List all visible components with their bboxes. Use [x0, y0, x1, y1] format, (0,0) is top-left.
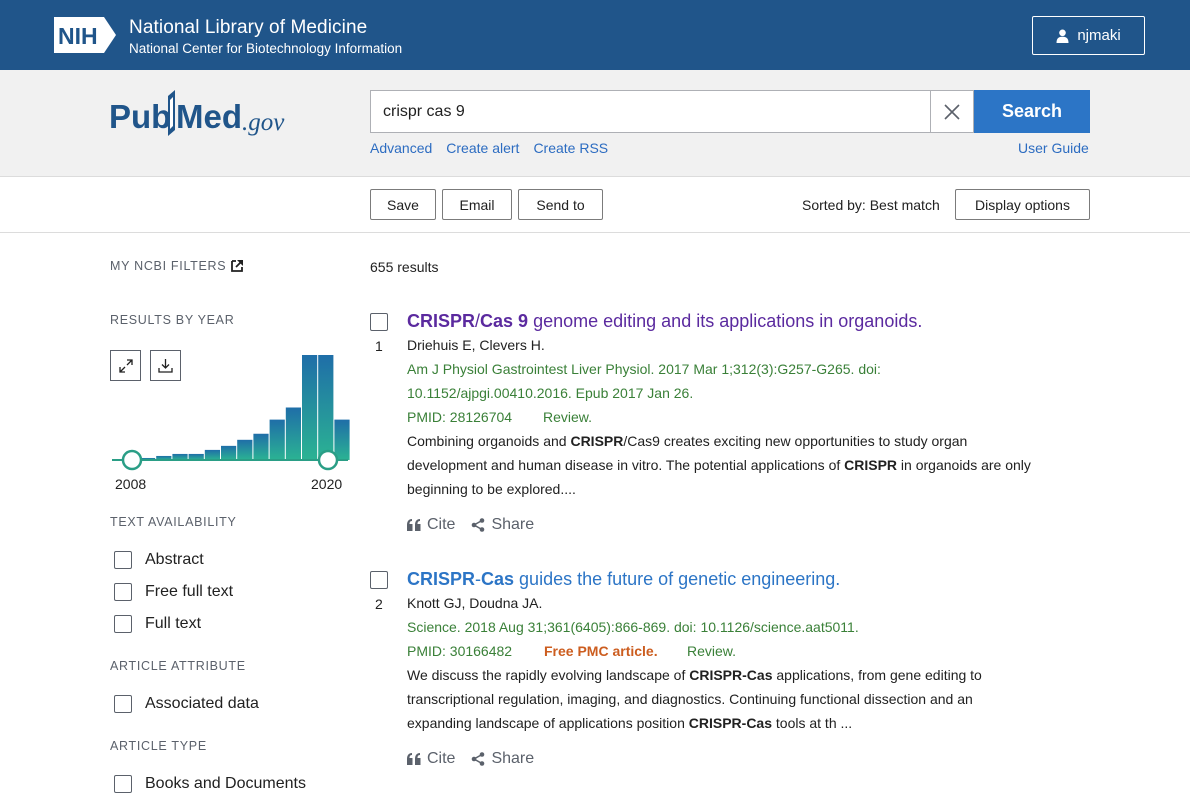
user-name: njmaki [1077, 27, 1121, 44]
result-citation: Am J Physiol Gastrointest Liver Physiol.… [407, 361, 881, 377]
year-bar[interactable] [269, 419, 285, 460]
create-rss-link[interactable]: Create RSS [533, 140, 608, 156]
my-ncbi-filters-heading[interactable]: MY NCBI FILTERS [110, 259, 226, 273]
search-links: Advanced Create alert Create RSS [370, 140, 622, 156]
result-authors: Knott GJ, Doudna JA. [407, 595, 543, 611]
result-number: 2 [375, 596, 383, 612]
filter-label: Abstract [145, 551, 204, 568]
share-button[interactable]: Share [471, 516, 534, 534]
filter-label: Books and Documents [145, 775, 306, 792]
svg-text:Med: Med [176, 98, 242, 135]
article-type-heading: ARTICLE TYPE [110, 739, 207, 753]
svg-text:.gov: .gov [242, 109, 285, 136]
search-button[interactable]: Search [974, 90, 1090, 133]
share-icon [472, 752, 485, 766]
free-full-text-checkbox[interactable] [114, 583, 132, 601]
user-icon [1056, 29, 1069, 43]
result-actions: Cite Share [407, 516, 534, 534]
result-snippet: Combining organoids and CRISPR/Cas9 crea… [407, 433, 968, 449]
result-number: 1 [375, 338, 383, 354]
results-by-year-chart[interactable] [110, 345, 350, 495]
email-button[interactable]: Email [442, 189, 512, 220]
result-snippet: expanding landscape of applications posi… [407, 715, 853, 731]
create-alert-link[interactable]: Create alert [446, 140, 519, 156]
year-bar[interactable] [237, 439, 253, 460]
year-bar[interactable] [285, 407, 301, 461]
year-bar[interactable] [302, 355, 318, 460]
year-range-start-handle[interactable] [121, 449, 143, 471]
result-pmid: PMID: 28126704 [407, 409, 513, 425]
user-account-button[interactable]: njmaki [1032, 16, 1145, 55]
result-actions: Cite Share [407, 750, 534, 768]
year-bar[interactable] [204, 449, 220, 460]
results-by-year-heading: RESULTS BY YEAR [110, 313, 235, 327]
filter-full-text[interactable]: Full text [114, 615, 201, 633]
close-icon [944, 103, 960, 120]
share-button[interactable]: Share [471, 750, 534, 768]
free-pmc-badge: Free PMC article. [544, 643, 658, 659]
quote-icon [407, 753, 421, 765]
quote-icon [407, 519, 421, 531]
save-button[interactable]: Save [370, 189, 436, 220]
filter-abstract[interactable]: Abstract [114, 551, 204, 569]
article-attribute-heading: ARTICLE ATTRIBUTE [110, 659, 246, 673]
year-bar[interactable] [318, 355, 334, 460]
filter-label: Full text [145, 615, 202, 632]
search-input[interactable]: crispr cas 9 [370, 90, 931, 133]
year-range-end-handle[interactable] [317, 449, 339, 471]
result-pmid: PMID: 30166482 [407, 643, 513, 659]
result-2-title-link[interactable]: CRISPR-Cas guides the future of genetic … [407, 569, 840, 590]
full-text-checkbox[interactable] [114, 615, 132, 633]
search-query: crispr cas 9 [383, 102, 465, 120]
year-bar[interactable] [334, 419, 350, 460]
svg-text:Pub: Pub [109, 98, 171, 135]
filter-associated-data[interactable]: Associated data [114, 695, 259, 713]
result-snippet: transcriptional regulation, imaging, and… [407, 691, 973, 707]
year-bar[interactable] [221, 445, 237, 460]
result-authors: Driehuis E, Clevers H. [407, 337, 545, 353]
text-availability-heading: TEXT AVAILABILITY [110, 515, 237, 529]
user-guide-link[interactable]: User Guide [1018, 140, 1089, 156]
nih-logo-icon[interactable]: NIH [54, 17, 116, 53]
result-1-checkbox[interactable] [370, 313, 388, 331]
cite-button[interactable]: Cite [407, 750, 455, 768]
associated-data-checkbox[interactable] [114, 695, 132, 713]
results-toolbar: Save Email Send to Sorted by: Best match… [0, 177, 1190, 233]
result-snippet: beginning to be explored.... [407, 481, 576, 497]
svg-text:NIH: NIH [58, 23, 98, 49]
external-link-icon[interactable] [231, 259, 244, 272]
cite-button[interactable]: Cite [407, 516, 455, 534]
result-citation-cont: 10.1152/ajpgi.00410.2016. Epub 2017 Jan … [407, 385, 694, 401]
display-options-button[interactable]: Display options [955, 189, 1090, 220]
advanced-link[interactable]: Advanced [370, 140, 432, 156]
filter-books-and-documents[interactable]: Books and Documents [114, 775, 306, 793]
share-icon [472, 518, 485, 532]
filter-label: Associated data [145, 695, 259, 712]
sort-label[interactable]: Sorted by: Best match [802, 197, 940, 213]
result-1-title-link[interactable]: CRISPR/Cas 9 genome editing and its appl… [407, 311, 922, 332]
result-snippet: We discuss the rapidly evolving landscap… [407, 667, 982, 683]
abstract-checkbox[interactable] [114, 551, 132, 569]
review-tag: Review. [687, 643, 737, 659]
ncbi-subtitle[interactable]: National Center for Biotechnology Inform… [129, 41, 402, 56]
year-start-label: 2008 [115, 476, 147, 492]
nlm-title[interactable]: National Library of Medicine [129, 17, 367, 39]
books-and-documents-checkbox[interactable] [114, 775, 132, 793]
filter-label: Free full text [145, 583, 234, 600]
review-tag: Review. [543, 409, 593, 425]
year-bar[interactable] [253, 433, 269, 460]
pubmed-logo[interactable]: Pub Med .gov [109, 86, 291, 142]
year-end-label: 2020 [311, 476, 343, 492]
result-snippet: development and human disease in vitro. … [407, 457, 1031, 473]
filter-free-full-text[interactable]: Free full text [114, 583, 233, 601]
send-to-button[interactable]: Send to [518, 189, 603, 220]
result-citation: Science. 2018 Aug 31;361(6405):866-869. … [407, 619, 859, 635]
results-count: 655 results [370, 259, 439, 275]
result-2-checkbox[interactable] [370, 571, 388, 589]
nih-header: NIH National Library of Medicine Nationa… [0, 0, 1190, 70]
clear-search-button[interactable] [931, 90, 974, 133]
search-band: Pub Med .gov crispr cas 9 Search Advance… [0, 70, 1190, 177]
